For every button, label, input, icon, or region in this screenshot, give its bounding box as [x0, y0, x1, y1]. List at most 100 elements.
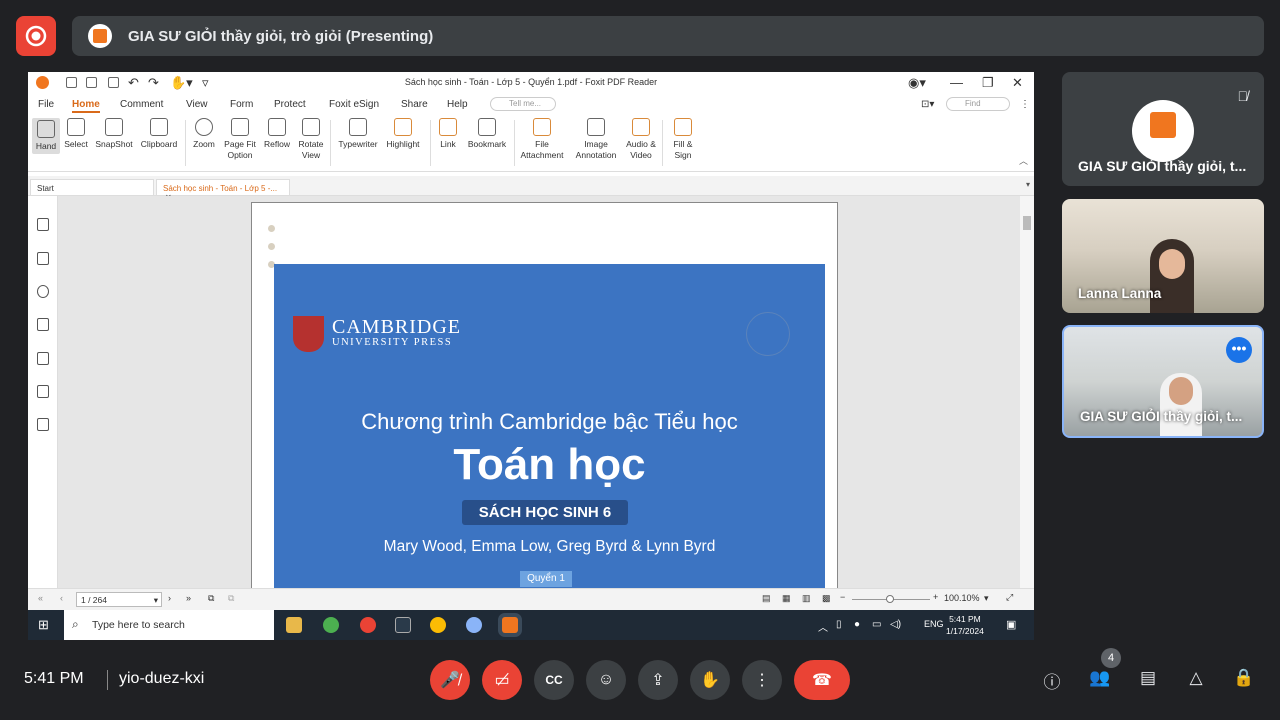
zoom-out-icon[interactable]: −: [840, 592, 845, 602]
fit-width-icon[interactable]: ⧉: [228, 593, 234, 604]
collapse-ribbon-icon[interactable]: ︿: [1019, 154, 1028, 167]
more-options-icon[interactable]: •••: [1226, 337, 1252, 363]
prev-page-icon[interactable]: ‹: [60, 593, 63, 603]
search-options-icon[interactable]: ⊡▾: [921, 99, 934, 110]
menu-view[interactable]: View: [186, 99, 208, 110]
link-button[interactable]: Link: [434, 118, 462, 150]
reflow-button[interactable]: Reflow: [262, 118, 292, 150]
reactions-button[interactable]: ☺: [586, 660, 626, 700]
captions-button[interactable]: CC: [534, 660, 574, 700]
settings-icon[interactable]: [395, 617, 411, 633]
menu-help[interactable]: Help: [447, 99, 468, 110]
select-tool-button[interactable]: Select: [62, 118, 90, 150]
menu-foxit-esign[interactable]: Foxit eSign: [329, 99, 379, 110]
layers-panel-icon[interactable]: [37, 318, 49, 331]
zoom-level[interactable]: 100.10%: [944, 593, 980, 603]
pages-panel-icon[interactable]: [37, 252, 49, 265]
menu-file[interactable]: File: [38, 99, 54, 110]
bookmarks-panel-icon[interactable]: [37, 218, 49, 231]
participant-tile[interactable]: 🎙̸ GIA SƯ GIỎI thầy giỏi, t...: [1062, 72, 1264, 186]
chrome-profile-icon[interactable]: [430, 617, 446, 633]
browser-icon[interactable]: [466, 617, 482, 633]
next-page-icon[interactable]: ›: [168, 593, 171, 603]
zoom-dropdown-icon[interactable]: ▾: [984, 593, 989, 604]
audio-video-button[interactable]: Audio & Video: [624, 118, 658, 161]
tray-expand-icon[interactable]: ︿: [818, 619, 828, 634]
participant-tile[interactable]: ••• GIA SƯ GIỎI thầy giỏi, t...: [1062, 325, 1264, 438]
minimize-button[interactable]: —: [950, 75, 963, 90]
restore-button[interactable]: ❐: [982, 75, 994, 91]
foxit-taskbar-icon[interactable]: [502, 617, 518, 633]
microphone-tray-icon[interactable]: ●: [854, 619, 860, 630]
activities-icon[interactable]: △: [1184, 668, 1208, 688]
tell-me-input[interactable]: Tell me...: [490, 97, 556, 111]
meeting-details-icon[interactable]: ⓘ: [1040, 668, 1064, 693]
camera-button[interactable]: ▭̸: [482, 660, 522, 700]
volume-icon[interactable]: ◁): [890, 619, 901, 630]
tab-list-icon[interactable]: ▾: [1026, 180, 1030, 189]
chat-icon[interactable]: ▤: [1136, 668, 1160, 688]
menu-protect[interactable]: Protect: [274, 99, 306, 110]
notifications-icon[interactable]: ▣: [1006, 618, 1016, 631]
tab-document[interactable]: Sách học sinh - Toán - Lớp 5 -... ✕: [156, 179, 290, 202]
clipboard-button[interactable]: Clipboard: [138, 118, 180, 150]
more-options-button[interactable]: ⋮: [742, 660, 782, 700]
image-annotation-button[interactable]: Image Annotation: [570, 118, 622, 161]
fullscreen-icon[interactable]: ⤢: [1006, 592, 1013, 603]
first-page-icon[interactable]: «: [38, 593, 43, 603]
snapshot-button[interactable]: SnapShot: [94, 118, 134, 150]
hand-tool-button[interactable]: Hand: [32, 118, 60, 154]
continuous-facing-icon[interactable]: ▩: [822, 593, 831, 604]
tray-device-icon[interactable]: ▯: [836, 619, 842, 630]
fit-page-icon[interactable]: ⧉: [208, 593, 214, 604]
close-button[interactable]: ✕: [1012, 75, 1023, 91]
tab-start[interactable]: Start: [30, 179, 154, 196]
people-icon[interactable]: 👥: [1088, 668, 1112, 688]
continuous-page-icon[interactable]: ▦: [782, 593, 791, 604]
typewriter-button[interactable]: Typewriter: [336, 118, 380, 150]
attachments-panel-icon[interactable]: [37, 352, 49, 365]
taskbar-clock[interactable]: 5:41 PM 1/17/2024: [946, 613, 984, 637]
rotate-view-button[interactable]: Rotate View: [296, 118, 326, 161]
menu-comment[interactable]: Comment: [120, 99, 163, 110]
zoom-slider-handle[interactable]: [886, 595, 894, 603]
last-page-icon[interactable]: »: [186, 593, 191, 603]
fill-sign-button[interactable]: Fill & Sign: [668, 118, 698, 161]
file-explorer-icon[interactable]: [286, 617, 302, 633]
zoom-in-icon[interactable]: +: [933, 592, 938, 602]
file-attachment-button[interactable]: File Attachment: [518, 118, 566, 161]
facing-page-icon[interactable]: ▥: [802, 593, 811, 604]
vertical-scrollbar[interactable]: [1020, 196, 1034, 588]
single-page-icon[interactable]: ▤: [762, 593, 771, 604]
page-number-input[interactable]: 1 / 264 ▾: [76, 592, 162, 607]
participant-tile[interactable]: Lanna Lanna: [1062, 199, 1264, 313]
menu-share[interactable]: Share: [401, 99, 428, 110]
raise-hand-button[interactable]: ✋: [690, 660, 730, 700]
bookmark-button[interactable]: Bookmark: [464, 118, 510, 150]
present-button[interactable]: ⇪: [638, 660, 678, 700]
account-icon[interactable]: ◉▾: [908, 75, 926, 91]
comments-panel-icon[interactable]: [37, 285, 49, 298]
taskbar-search[interactable]: ⌕ Type here to search: [64, 610, 274, 640]
find-input[interactable]: Find: [946, 97, 1010, 111]
microphone-button[interactable]: 🎤̸: [430, 660, 470, 700]
recording-button[interactable]: [16, 16, 56, 56]
app-notification-icon[interactable]: [360, 617, 376, 633]
highlight-button[interactable]: Highlight: [382, 118, 424, 150]
leave-call-button[interactable]: ☎: [794, 660, 850, 700]
more-options-icon[interactable]: ⋮: [1020, 99, 1030, 110]
zoom-button[interactable]: Zoom: [190, 118, 218, 150]
windows-start-icon[interactable]: ⊞: [38, 617, 49, 633]
windows-taskbar: ⊞ ⌕ Type here to search ︿ ▯ ● ▭ ◁) ENG 5…: [28, 610, 1034, 640]
page-dropdown-icon[interactable]: ▾: [154, 595, 158, 606]
page-fit-option-button[interactable]: Page Fit Option: [222, 118, 258, 161]
menu-home[interactable]: Home: [72, 99, 100, 113]
menu-form[interactable]: Form: [230, 99, 253, 110]
scrollbar-thumb[interactable]: [1023, 216, 1031, 230]
signature-panel-icon[interactable]: [37, 418, 49, 431]
language-indicator[interactable]: ENG: [924, 619, 944, 629]
battery-icon[interactable]: ▭: [872, 619, 881, 630]
host-controls-icon[interactable]: 🔒: [1232, 668, 1256, 688]
security-panel-icon[interactable]: [37, 385, 49, 398]
chrome-icon[interactable]: [323, 617, 339, 633]
